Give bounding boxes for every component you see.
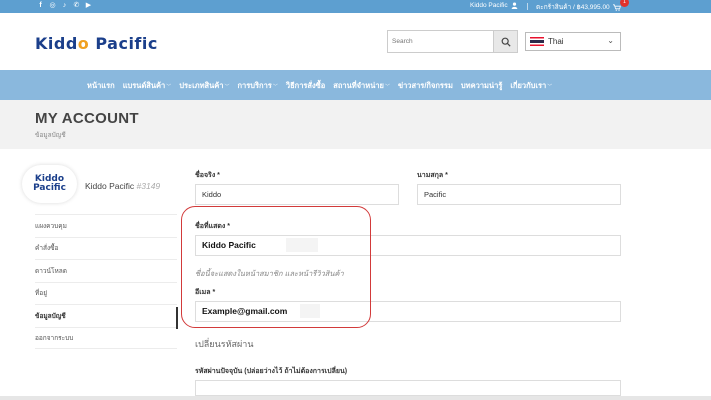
- nav-item-about[interactable]: เกี่ยวกับเรา﹀: [510, 80, 552, 92]
- youtube-icon[interactable]: ▶: [85, 2, 92, 10]
- thai-flag-icon: [530, 37, 544, 46]
- sidebar-item-account-details[interactable]: ข้อมูลบัญชี: [35, 304, 177, 327]
- logo-text-rest: Pacific: [89, 34, 158, 53]
- sidebar-item-orders[interactable]: คำสั่งซื้อ: [35, 236, 177, 260]
- active-indicator: [176, 307, 178, 329]
- sidebar-item-logout[interactable]: ออกจากระบบ: [35, 326, 177, 349]
- display-name-hint: ชื่อนี้จะแสดงในหน้าสมาชิก และหน้ารีวิวสิ…: [195, 269, 344, 278]
- sidebar-item-addresses[interactable]: ที่อยู่: [35, 281, 177, 305]
- page-title: MY ACCOUNT: [35, 110, 139, 127]
- page-bottom-edge: [0, 396, 711, 400]
- search-icon: [501, 37, 511, 47]
- cart-icon: [612, 3, 621, 11]
- language-label: Thai: [548, 37, 564, 46]
- search-input[interactable]: [388, 31, 494, 52]
- account-name: Kiddo Pacific: [470, 2, 508, 9]
- nav-item-services[interactable]: การบริการ﹀: [237, 80, 277, 92]
- email-field[interactable]: Example@gmail.com: [195, 301, 621, 322]
- user-icon: [511, 2, 517, 9]
- top-bar: f ◎ ♪ ✆ ▶ Kiddo Pacific ตะกร้าสินค้า / ฿…: [0, 0, 711, 13]
- cart-label: ตะกร้าสินค้า / ฿43,995.00: [536, 4, 610, 11]
- chevron-down-icon: ﹀: [384, 84, 390, 90]
- cart-count-badge: 1: [620, 0, 629, 7]
- sidebar-item-label: แผงควบคุม: [35, 222, 67, 230]
- profile-id: #3149: [136, 181, 161, 191]
- last-name-field[interactable]: Pacific: [417, 184, 621, 205]
- sidebar-item-dashboard[interactable]: แผงควบคุม: [35, 214, 177, 237]
- value-highlight: [300, 304, 320, 318]
- nav-item-label: การบริการ: [237, 81, 272, 90]
- chevron-down-icon: ⌄: [607, 36, 614, 45]
- phone-icon[interactable]: ✆: [73, 2, 80, 10]
- nav-item-news[interactable]: ข่าวสาร/กิจกรรม: [398, 80, 453, 92]
- sidebar-item-label: คำสั่งซื้อ: [35, 245, 59, 253]
- display-name-field[interactable]: Kiddo Pacific: [195, 235, 621, 256]
- email-label: อีเมล *: [195, 289, 216, 296]
- last-name-label: นามสกุล *: [417, 172, 448, 179]
- logo-text: Kidd: [35, 34, 78, 53]
- account-link[interactable]: Kiddo Pacific: [470, 2, 518, 9]
- sidebar-item-downloads[interactable]: ดาวน์โหลด: [35, 259, 177, 282]
- nav-item-home[interactable]: หน้าแรก: [87, 80, 115, 92]
- chevron-down-icon: ﹀: [547, 84, 553, 90]
- password-section-title: เปลี่ยนรหัสผ่าน: [195, 339, 254, 349]
- account-sidebar: แผงควบคุม คำสั่งซื้อ ดาวน์โหลด ที่อยู่ ข…: [35, 214, 177, 349]
- profile-name-text: Kiddo Pacific: [85, 181, 135, 191]
- header: Kiddo Pacific Thai ⌄: [0, 13, 711, 70]
- tiktok-icon[interactable]: ♪: [61, 2, 68, 10]
- social-links: f ◎ ♪ ✆ ▶: [37, 2, 92, 10]
- sidebar-item-label: ที่อยู่: [35, 290, 47, 298]
- sidebar-item-label: ดาวน์โหลด: [35, 267, 67, 275]
- nav-item-brands[interactable]: แบรนด์สินค้า﹀: [123, 80, 172, 92]
- first-name-label: ชื่อจริง *: [195, 172, 220, 179]
- nav-item-how-to-order[interactable]: วิธีการสั่งซื้อ: [286, 80, 325, 92]
- nav-item-articles[interactable]: บทความน่ารู้: [461, 80, 502, 92]
- profile-name: Kiddo Pacific #3149: [85, 181, 160, 191]
- logo-text-accent: o: [77, 34, 90, 53]
- language-select[interactable]: Thai ⌄: [525, 32, 621, 51]
- value-highlight: [286, 238, 318, 252]
- nav-item-label: สถานที่จำหน่าย: [333, 81, 384, 90]
- current-password-label: รหัสผ่านปัจจุบัน (ปล่อยว่างไว้ ถ้าไม่ต้อ…: [195, 368, 348, 375]
- main-nav: หน้าแรก แบรนด์สินค้า﹀ ประเภทสินค้า﹀ การบ…: [0, 70, 711, 100]
- cart-link[interactable]: ตะกร้าสินค้า / ฿43,995.00: [536, 2, 621, 12]
- chevron-down-icon: ﹀: [272, 84, 278, 90]
- avatar-logo-line: Pacific: [33, 183, 66, 193]
- instagram-icon[interactable]: ◎: [49, 2, 56, 10]
- chevron-down-icon: ﹀: [224, 84, 230, 90]
- sidebar-item-label: ออกจากระบบ: [35, 334, 74, 342]
- nav-item-label: แบรนด์สินค้า: [122, 81, 166, 90]
- nav-item-label: หน้าแรก: [87, 81, 115, 90]
- avatar: Kiddo Pacific: [22, 165, 77, 203]
- nav-item-label: ข่าวสาร/กิจกรรม: [397, 81, 453, 90]
- chevron-down-icon: ﹀: [166, 84, 172, 90]
- nav-item-categories[interactable]: ประเภทสินค้า﹀: [179, 80, 229, 92]
- nav-item-label: ประเภทสินค้า: [179, 81, 224, 90]
- nav-item-label: วิธีการสั่งซื้อ: [285, 81, 326, 90]
- current-password-field[interactable]: [195, 380, 621, 396]
- nav-item-stores[interactable]: สถานที่จำหน่าย﹀: [333, 80, 390, 92]
- search-box: [387, 30, 518, 53]
- facebook-icon[interactable]: f: [37, 2, 44, 10]
- nav-item-label: บทความน่ารู้: [460, 81, 503, 90]
- display-name-label: ชื่อที่แสดง *: [195, 223, 230, 230]
- topbar-divider: [527, 3, 528, 10]
- sidebar-item-label: ข้อมูลบัญชี: [35, 312, 66, 320]
- search-button[interactable]: [493, 31, 517, 52]
- first-name-field[interactable]: Kiddo: [195, 184, 399, 205]
- breadcrumb: ข้อมูลบัญชี: [35, 132, 66, 139]
- site-logo[interactable]: Kiddo Pacific: [35, 34, 158, 53]
- nav-item-label: เกี่ยวกับเรา: [510, 81, 547, 90]
- page-title-area: MY ACCOUNT ข้อมูลบัญชี: [0, 100, 711, 149]
